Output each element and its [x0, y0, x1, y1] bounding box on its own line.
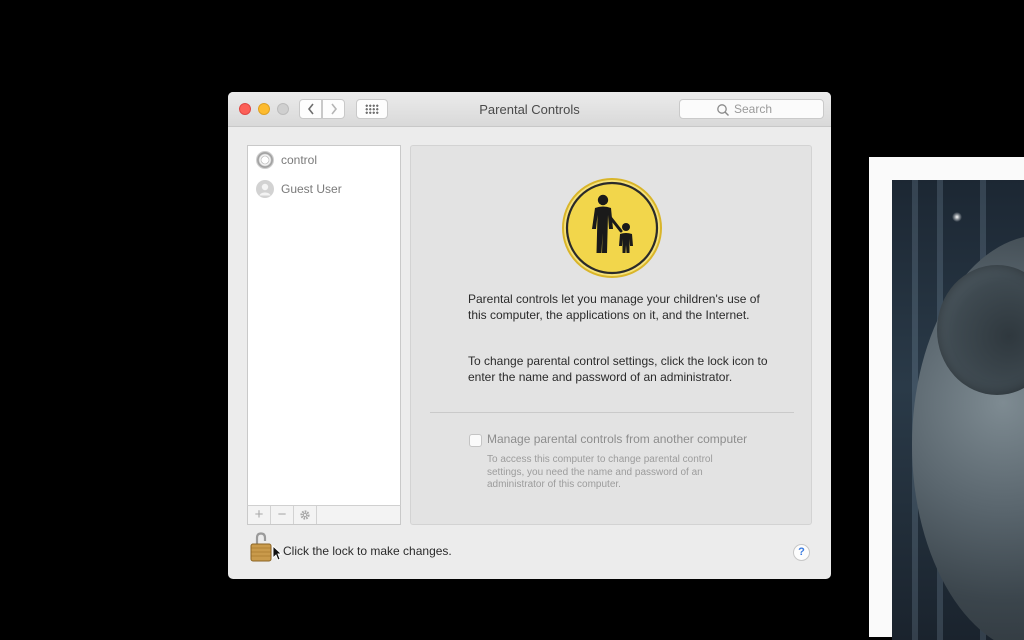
add-user-button[interactable]: +: [248, 506, 271, 524]
user-name: Guest User: [281, 182, 342, 196]
minimize-button[interactable]: [258, 103, 270, 115]
search-placeholder: Search: [734, 102, 773, 116]
mouse-pointer-icon: [272, 545, 282, 561]
star-glint: [952, 212, 962, 222]
grid-icon: [365, 104, 379, 114]
user-list[interactable]: control Guest User: [247, 145, 401, 525]
lock-status-text: Click the lock to make changes.: [283, 544, 452, 558]
user-name: control: [281, 153, 318, 167]
zoom-button[interactable]: [277, 103, 289, 115]
lock-info-text: To change parental control settings, cli…: [468, 354, 768, 384]
show-all-button[interactable]: [356, 99, 388, 119]
remote-management-hint: To access this computer to change parent…: [487, 454, 713, 490]
person-icon: [256, 180, 274, 198]
search-field[interactable]: Search: [679, 99, 824, 119]
content-panel: Parental controls let you manage your ch…: [410, 145, 812, 525]
remote-management-label[interactable]: Manage parental controls from another co…: [487, 432, 747, 446]
divider: [430, 412, 794, 413]
chevron-left-icon: [307, 103, 314, 115]
forward-button[interactable]: [322, 99, 345, 119]
gear-icon: [300, 510, 310, 520]
remote-management-checkbox[interactable]: [469, 434, 482, 447]
desktop-artwork: [892, 180, 1024, 640]
user-list-toolbar: + −: [247, 505, 401, 525]
search-icon: [717, 104, 729, 116]
help-button[interactable]: ?: [793, 544, 810, 561]
soccer-ball-icon: [256, 151, 274, 169]
close-button[interactable]: [239, 103, 251, 115]
parental-controls-window: Parental Controls Search control Guest U…: [228, 92, 831, 579]
back-button[interactable]: [299, 99, 322, 119]
title-bar: Parental Controls Search: [228, 92, 831, 127]
remove-user-button[interactable]: −: [271, 506, 294, 524]
window-title: Parental Controls: [479, 102, 580, 117]
desktop-picture-frame: [869, 157, 1024, 640]
action-menu-button[interactable]: [294, 506, 317, 524]
lock-icon[interactable]: [250, 532, 272, 562]
chevron-right-icon: [330, 103, 337, 115]
parental-controls-icon: [562, 178, 662, 278]
intro-text: Parental controls let you manage your ch…: [468, 292, 760, 322]
